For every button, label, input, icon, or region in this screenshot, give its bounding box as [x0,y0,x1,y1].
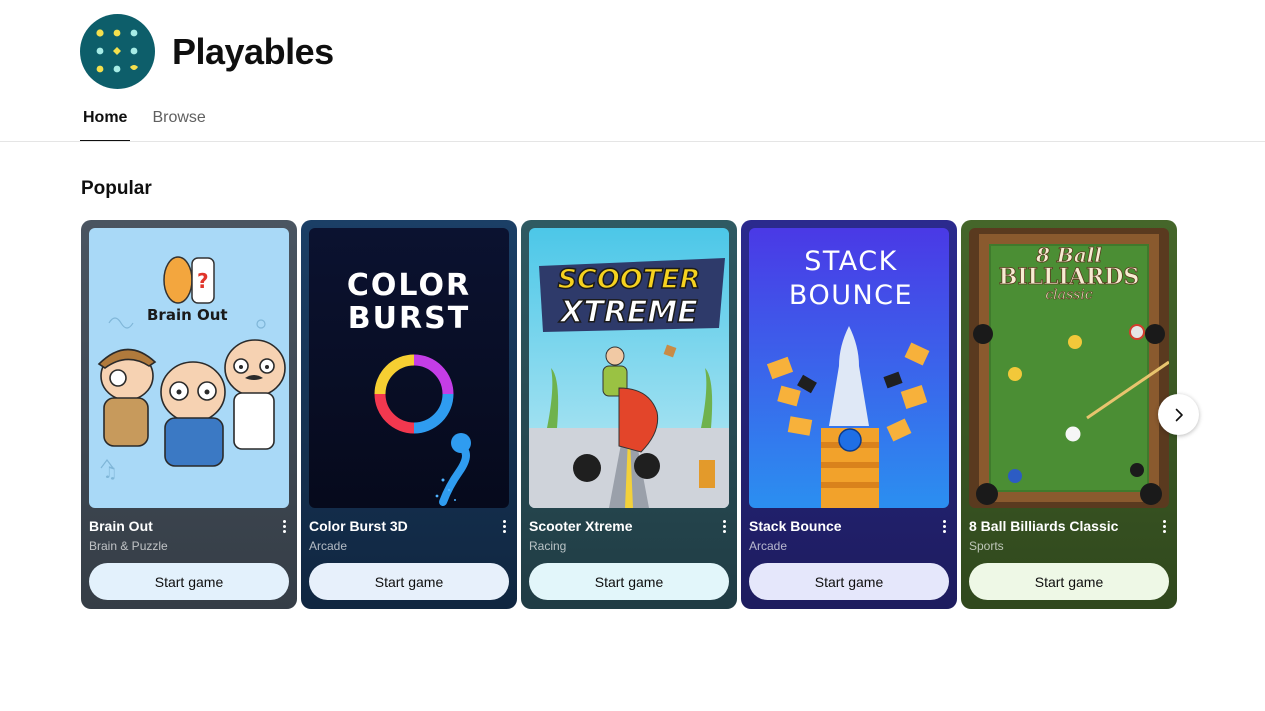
start-game-button[interactable]: Start game [309,563,509,600]
nav-tabs: Home Browse [80,100,228,142]
carousel-next-button[interactable] [1158,394,1199,435]
more-vert-icon[interactable] [497,517,511,535]
stack-bounce-logo-line1: STACK [804,246,898,277]
more-vert-icon[interactable] [277,517,291,535]
billiards-logo-line3: classic [1045,287,1093,303]
start-game-button[interactable]: Start game [969,563,1169,600]
game-thumbnail-8-ball-billiards[interactable]: 8 Ball BILLIARDS classic [969,228,1169,508]
tab-home[interactable]: Home [80,100,131,142]
game-title[interactable]: 8 Ball Billiards Classic [969,518,1118,534]
svg-text:♫: ♫ [103,463,117,482]
game-genre: Brain & Puzzle [89,539,168,553]
game-thumbnail-brain-out[interactable]: ? Brain Out ♫ [89,228,289,508]
brain-out-logo-text: Brain Out [147,306,228,324]
more-vert-icon[interactable] [937,517,951,535]
playables-logo-icon[interactable] [80,14,155,89]
start-game-button[interactable]: Start game [89,563,289,600]
game-genre: Arcade [749,539,788,553]
game-card-scooter-xtreme[interactable]: SCOOTER XTREME Scooter Xtreme Racing Sta… [521,220,737,609]
game-thumbnail-stack-bounce[interactable]: STACK BOUNCE [749,228,949,508]
stack-bounce-logo-line2: BOUNCE [789,280,913,311]
more-vert-icon[interactable] [1157,517,1171,535]
color-burst-logo-line2: BURST [348,301,470,336]
tab-browse[interactable]: Browse [149,100,208,142]
app-title: Playables [172,30,334,72]
game-title[interactable]: Brain Out [89,518,153,534]
game-genre: Sports [969,539,1004,553]
game-title[interactable]: Stack Bounce [749,518,842,534]
game-card-stack-bounce[interactable]: STACK BOUNCE Stack Bounce Arcade Start g… [741,220,957,609]
game-title[interactable]: Scooter Xtreme [529,518,632,534]
start-game-button[interactable]: Start game [749,563,949,600]
section-title-popular: Popular [81,178,152,199]
scooter-logo-line1: SCOOTER [558,264,701,295]
header-divider [0,141,1265,142]
brain-out-logo-question: ? [197,269,209,293]
game-card-8-ball-billiards-classic[interactable]: 8 Ball BILLIARDS classic 8 Ball Billiard… [961,220,1177,609]
game-title[interactable]: Color Burst 3D [309,518,408,534]
game-thumbnail-color-burst-3d[interactable]: COLOR BURST [309,228,509,508]
chevron-right-icon [1175,408,1183,421]
app-header: Playables [80,14,334,89]
color-burst-logo-line1: COLOR [347,268,471,303]
game-card-brain-out[interactable]: ? Brain Out ♫ Brain Out Brain & Puzzle S… [81,220,297,609]
game-genre: Arcade [309,539,348,553]
game-card-color-burst-3d[interactable]: COLOR BURST Color Burst 3D Arcade Start … [301,220,517,609]
scooter-logo-line2: XTREME [558,295,698,330]
game-genre: Racing [529,539,567,553]
more-vert-icon[interactable] [717,517,731,535]
game-thumbnail-scooter-xtreme[interactable]: SCOOTER XTREME [529,228,729,508]
start-game-button[interactable]: Start game [529,563,729,600]
